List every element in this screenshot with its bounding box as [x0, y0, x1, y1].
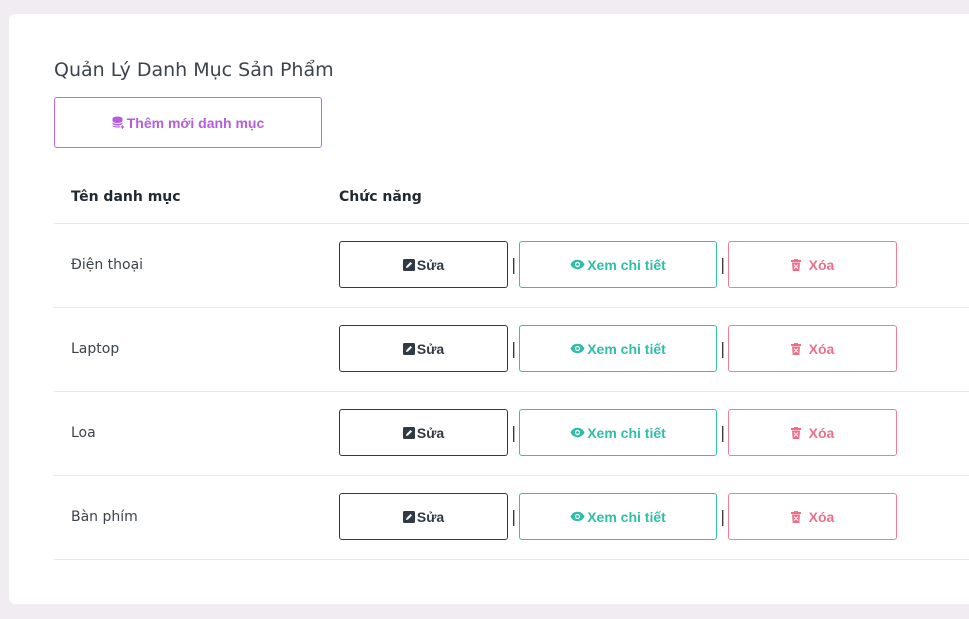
- action-separator: |: [511, 339, 517, 358]
- delete-label: Xóa: [808, 340, 835, 357]
- row-divider: [54, 475, 969, 476]
- delete-button[interactable]: Xóa: [728, 241, 897, 288]
- table-row: Điện thoại Sửa | Xem chi tiết | Xóa: [9, 241, 969, 325]
- action-separator: |: [511, 423, 517, 442]
- edit-label: Sửa: [416, 256, 445, 273]
- column-header-actions: Chức năng: [339, 189, 422, 205]
- trash-icon: [790, 510, 801, 523]
- category-management-card: Quản Lý Danh Mục Sản Phẩm Thêm mới danh …: [9, 14, 969, 604]
- action-separator: |: [720, 255, 726, 274]
- view-details-label: Xem chi tiết: [587, 340, 666, 357]
- delete-button[interactable]: Xóa: [728, 325, 897, 372]
- edit-button[interactable]: Sửa: [339, 325, 508, 372]
- action-separator: |: [720, 339, 726, 358]
- database-plus-icon: [111, 116, 125, 130]
- view-details-button[interactable]: Xem chi tiết: [519, 409, 717, 456]
- header-divider: [54, 223, 969, 224]
- row-divider: [54, 391, 969, 392]
- delete-label: Xóa: [808, 508, 835, 525]
- eye-icon: [570, 427, 585, 438]
- row-divider: [54, 559, 969, 560]
- view-details-label: Xem chi tiết: [587, 424, 666, 441]
- category-name: Điện thoại: [71, 257, 144, 273]
- pencil-square-icon: [402, 510, 415, 523]
- page-title: Quản Lý Danh Mục Sản Phẩm: [54, 59, 334, 81]
- trash-icon: [790, 258, 801, 271]
- delete-button[interactable]: Xóa: [728, 493, 897, 540]
- add-category-button[interactable]: Thêm mới danh mục: [54, 97, 322, 148]
- column-header-name: Tên danh mục: [71, 189, 181, 205]
- row-divider: [54, 307, 969, 308]
- view-details-button[interactable]: Xem chi tiết: [519, 325, 717, 372]
- view-details-label: Xem chi tiết: [587, 508, 666, 525]
- category-name: Loa: [71, 425, 96, 441]
- eye-icon: [570, 343, 585, 354]
- action-separator: |: [720, 507, 726, 526]
- edit-button[interactable]: Sửa: [339, 409, 508, 456]
- edit-label: Sửa: [416, 508, 445, 525]
- edit-label: Sửa: [416, 340, 445, 357]
- edit-label: Sửa: [416, 424, 445, 441]
- category-name: Bàn phím: [71, 509, 138, 525]
- trash-icon: [790, 342, 801, 355]
- edit-button[interactable]: Sửa: [339, 241, 508, 288]
- category-name: Laptop: [71, 341, 120, 357]
- action-separator: |: [511, 507, 517, 526]
- eye-icon: [570, 511, 585, 522]
- delete-label: Xóa: [808, 424, 835, 441]
- pencil-square-icon: [402, 258, 415, 271]
- pencil-square-icon: [402, 342, 415, 355]
- pencil-square-icon: [402, 426, 415, 439]
- action-separator: |: [511, 255, 517, 274]
- delete-button[interactable]: Xóa: [728, 409, 897, 456]
- table-row: Laptop Sửa | Xem chi tiết | Xóa: [9, 325, 969, 409]
- view-details-label: Xem chi tiết: [587, 256, 666, 273]
- view-details-button[interactable]: Xem chi tiết: [519, 493, 717, 540]
- table-row: Bàn phím Sửa | Xem chi tiết | Xóa: [9, 493, 969, 577]
- view-details-button[interactable]: Xem chi tiết: [519, 241, 717, 288]
- action-separator: |: [720, 423, 726, 442]
- delete-label: Xóa: [808, 256, 835, 273]
- eye-icon: [570, 259, 585, 270]
- edit-button[interactable]: Sửa: [339, 493, 508, 540]
- trash-icon: [790, 426, 801, 439]
- add-category-label: Thêm mới danh mục: [126, 114, 265, 131]
- table-row: Loa Sửa | Xem chi tiết | Xóa: [9, 409, 969, 493]
